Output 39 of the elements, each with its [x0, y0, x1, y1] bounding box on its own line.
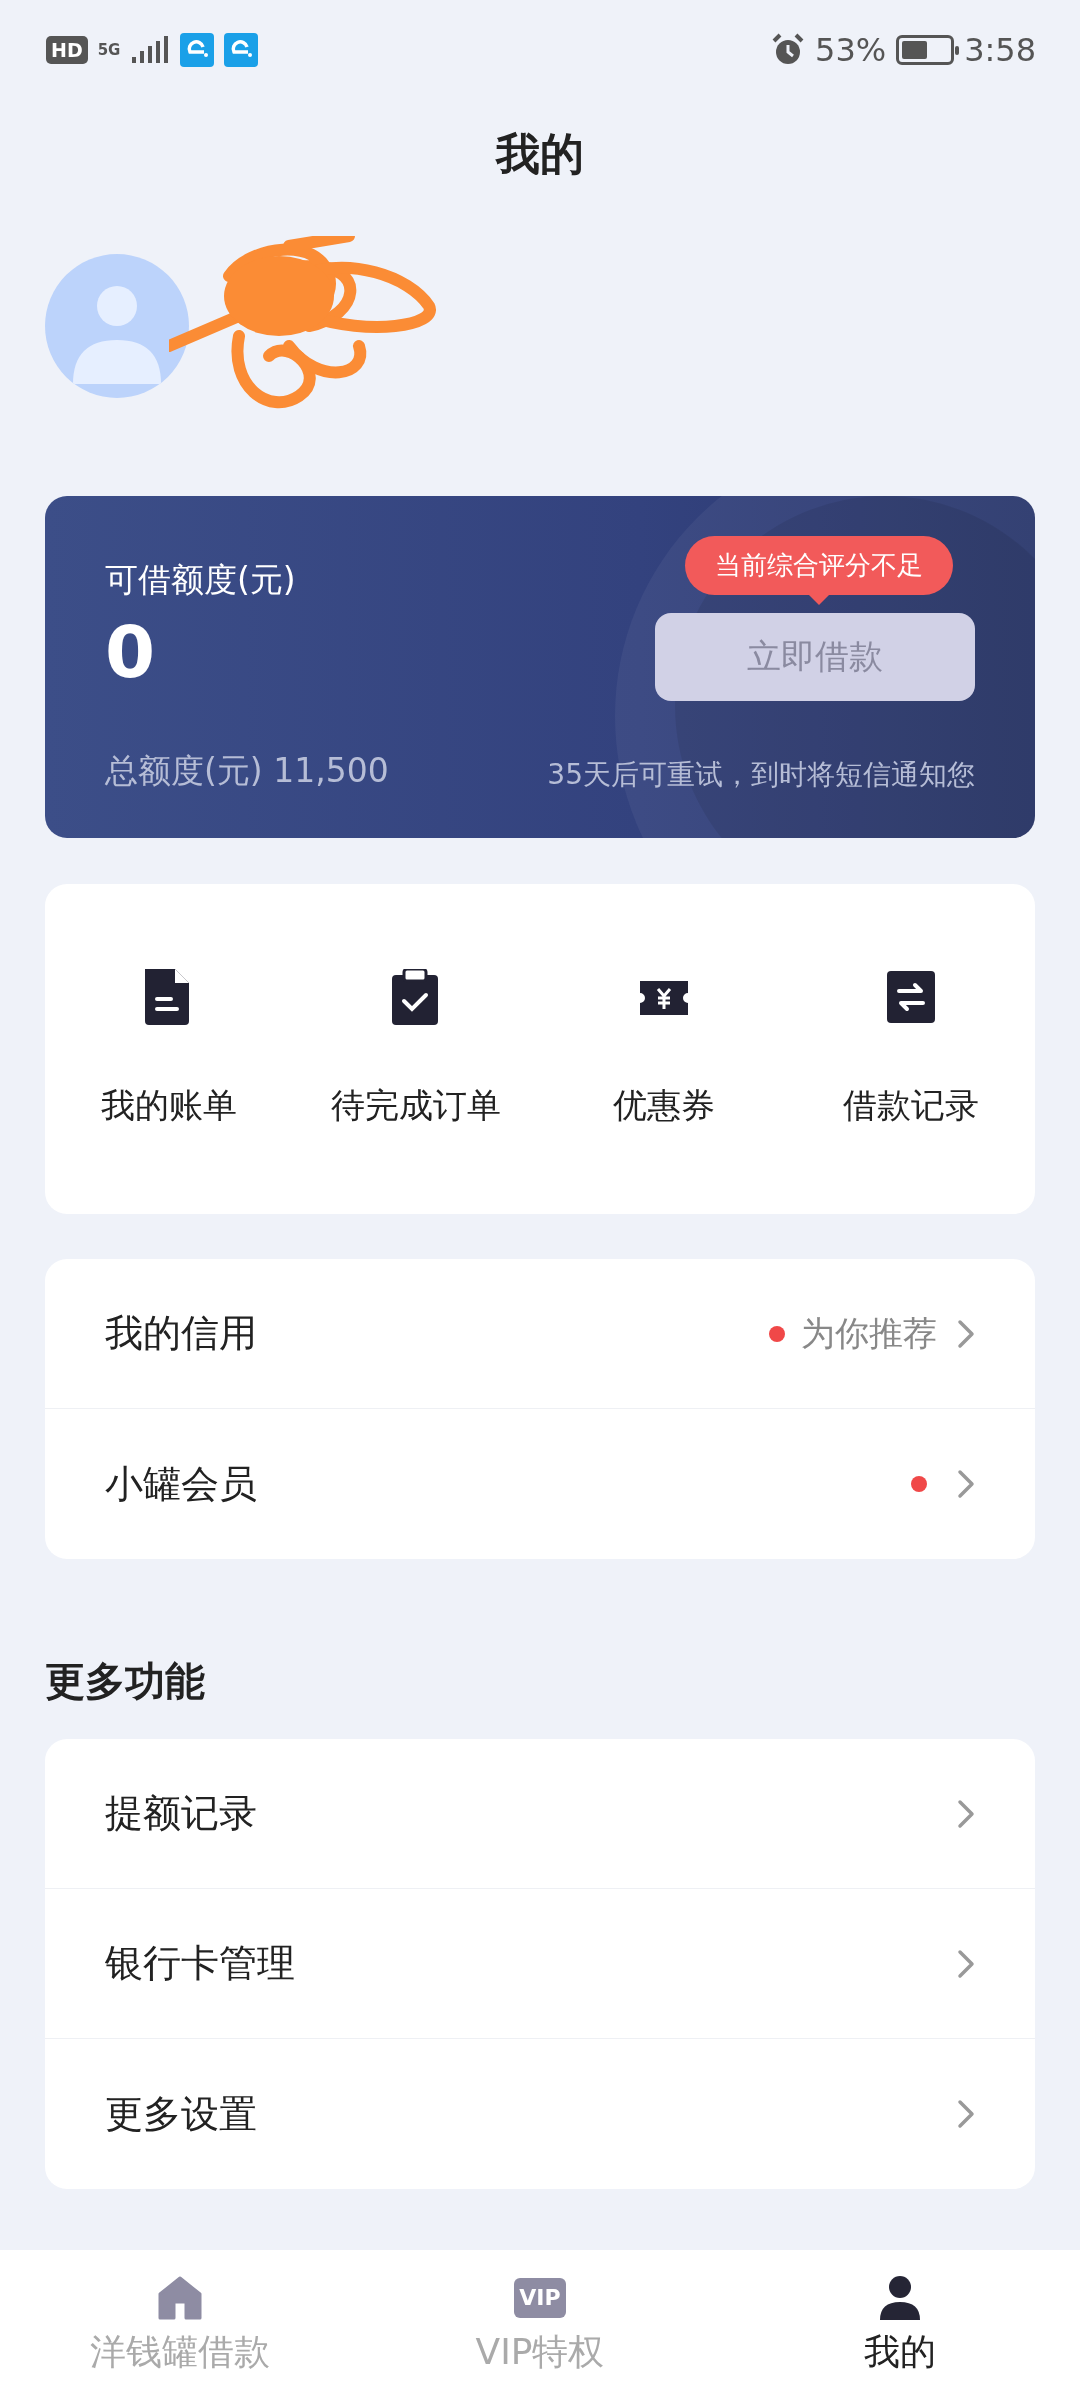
shortcut-button[interactable]: 优惠券 [540, 969, 788, 1129]
shortcut-button[interactable]: 借款记录 [787, 969, 1035, 1129]
vip-icon: VIP [514, 2277, 566, 2318]
tooltip-pointer [809, 595, 829, 605]
row-hint: 为你推荐 [801, 1311, 937, 1355]
tab[interactable]: 我的 [720, 2273, 1080, 2377]
list-row[interactable]: 小罐会员 [45, 1409, 1035, 1559]
row-label: 更多设置 [105, 2090, 258, 2138]
row-label: 提额记录 [105, 1790, 258, 1837]
score-tooltip: 当前综合评分不足 [685, 536, 953, 595]
shortcut-button[interactable]: 我的账单 [45, 969, 293, 1129]
chevron-right-icon [957, 1318, 975, 1349]
battery-percent: 53% [815, 31, 887, 69]
hd-indicator: HD [46, 36, 88, 64]
credit-amount: 0 [105, 613, 157, 693]
list-row[interactable]: 我的信用 为你推荐 [45, 1259, 1035, 1409]
transfer-icon [885, 969, 938, 1025]
app-notification-icon [180, 33, 215, 67]
chevron-right-icon [957, 1469, 975, 1499]
chevron-right-icon [957, 1798, 975, 1829]
row-label: 我的信用 [105, 1310, 258, 1357]
row-label: 银行卡管理 [105, 1940, 296, 1987]
list-row[interactable]: 更多设置 [45, 2039, 1035, 2189]
row-label: 小罐会员 [105, 1460, 258, 1508]
clock: 3:58 [964, 31, 1036, 69]
retry-note: 35天后可重试，到时将短信通知您 [547, 757, 975, 793]
app-notification-icon [224, 33, 259, 67]
page-title: 我的 [496, 126, 584, 181]
total-credit: 总额度(元) 11,500 [105, 750, 389, 792]
chevron-right-icon [957, 2099, 975, 2129]
network-label: 5G [97, 42, 121, 58]
credit-label: 可借额度(元) [105, 559, 297, 601]
alarm-icon [771, 33, 805, 67]
list-row[interactable]: 银行卡管理 [45, 1889, 1035, 2039]
list-row[interactable]: 提额记录 [45, 1739, 1035, 1889]
section-title: 更多功能 [45, 1657, 206, 1706]
signal-icon [130, 35, 171, 65]
chevron-right-icon [957, 1948, 975, 1979]
shortcut-button[interactable]: 待完成订单 [292, 969, 540, 1129]
